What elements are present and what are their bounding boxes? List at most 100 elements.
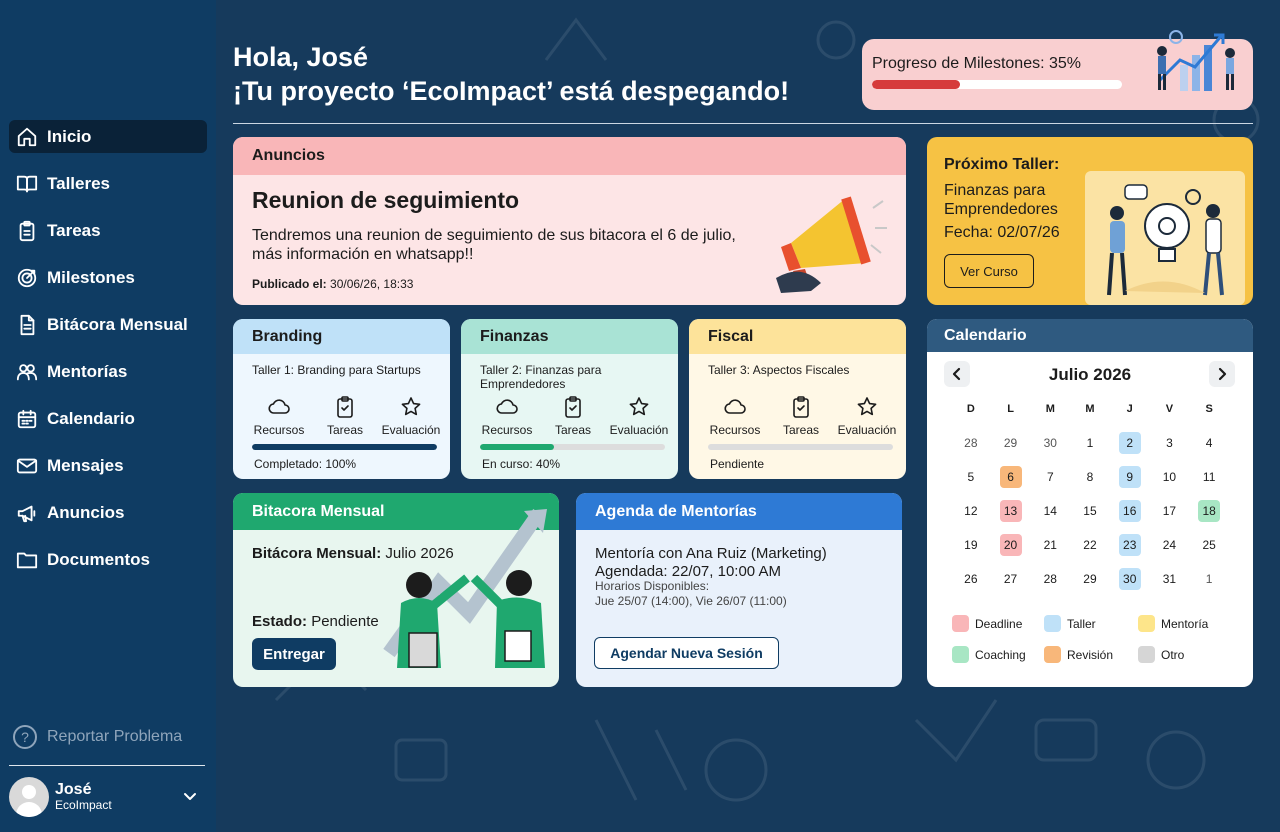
agenda-mentor: Mentoría con Ana Ruiz (Marketing) (595, 545, 827, 562)
megaphone-icon (15, 501, 39, 525)
calendar-day[interactable]: 31 (1150, 569, 1190, 589)
report-problem-link[interactable]: ? Reportar Problema (13, 725, 182, 749)
calendar-day[interactable]: 4 (1189, 433, 1229, 453)
calendar-day[interactable]: 14 (1030, 501, 1070, 521)
calendar-day[interactable]: 19 (951, 535, 991, 555)
calendar-day[interactable]: 5 (951, 467, 991, 487)
sidebar-item-label: Talleres (47, 173, 111, 193)
calendar-day[interactable]: 7 (1030, 467, 1070, 487)
schedule-session-button[interactable]: Agendar Nueva Sesión (594, 637, 779, 669)
sidebar-item-calendario[interactable]: Calendario (9, 402, 207, 435)
calendar-day[interactable]: 18 (1189, 500, 1229, 522)
calendar-day-number: 28 (1043, 572, 1057, 586)
calendar-day[interactable]: 22 (1070, 535, 1110, 555)
workshop-actions: Recursos Tareas Evaluación (703, 395, 899, 437)
sidebar-item-anuncios[interactable]: Anuncios (9, 496, 207, 529)
calendar-day[interactable]: 24 (1150, 535, 1190, 555)
workshop-subtitle: Taller 1: Branding para Startups (252, 363, 421, 377)
calendar-day[interactable]: 10 (1150, 467, 1190, 487)
legend-label: Taller (1067, 616, 1096, 631)
sidebar-item-milestones[interactable]: Milestones (9, 261, 207, 294)
calendar-day[interactable]: 21 (1030, 535, 1070, 555)
calendar-day[interactable]: 17 (1150, 501, 1190, 521)
workshop-resources-button[interactable]: Recursos (703, 395, 767, 437)
legend-swatch (952, 615, 969, 632)
workshop-progress-fill (252, 444, 437, 450)
clipboard-check-icon (561, 395, 585, 423)
sidebar-item-label: Bitácora Mensual (47, 314, 188, 334)
calendar-legend: Deadline Taller Mentoría Coaching Revisión Ot… (952, 615, 1242, 663)
legend-item: Coaching (952, 646, 1044, 663)
workshop-card[interactable]: Finanzas Taller 2: Finanzas para Emprende… (461, 319, 678, 479)
book-icon (15, 172, 39, 196)
calendar-day[interactable]: 29 (1070, 569, 1110, 589)
workshop-card[interactable]: Fiscal Taller 3: Aspectos Fiscales Recurso… (689, 319, 906, 479)
next-workshop-heading: Próximo Taller: (944, 156, 1060, 173)
next-month-button[interactable] (1209, 361, 1235, 387)
calendar-day[interactable]: 23 (1110, 534, 1150, 556)
sidebar-item-talleres[interactable]: Talleres (9, 167, 207, 200)
sidebar-item-mensajes[interactable]: Mensajes (9, 449, 207, 482)
workshop-tasks-button[interactable]: Tareas (769, 395, 833, 437)
next-workshop-name: Finanzas para Emprendedores (944, 182, 1058, 218)
calendar-day[interactable]: 2 (1110, 432, 1150, 454)
submit-button[interactable]: Entregar (252, 638, 336, 670)
view-course-button[interactable]: Ver Curso (944, 254, 1034, 288)
calendar-day[interactable]: 20 (991, 534, 1031, 556)
calendar-day[interactable]: 6 (991, 466, 1031, 488)
cloud-icon (267, 395, 291, 423)
workshop-card[interactable]: Branding Taller 1: Branding para Startups… (233, 319, 450, 479)
calendar-day[interactable]: 1 (1070, 433, 1110, 453)
calendar-day[interactable]: 13 (991, 500, 1031, 522)
help-icon: ? (13, 725, 37, 749)
legend-swatch (1044, 646, 1061, 663)
workshop-evaluation-button[interactable]: Evaluación (607, 395, 671, 437)
user-menu[interactable]: José EcoImpact (9, 777, 205, 817)
calendar-day-number: 10 (1162, 470, 1177, 484)
sidebar-item-inicio[interactable]: Inicio (9, 120, 207, 153)
calendar-day-number: 25 (1202, 538, 1216, 552)
workshop-subtitle: Taller 2: Finanzas para Emprendedores (480, 363, 602, 391)
sidebar-item-mentorias[interactable]: Mentorías (9, 355, 207, 388)
calendar-day[interactable]: 30 (1110, 568, 1150, 590)
sidebar-item-documentos[interactable]: Documentos (9, 543, 207, 576)
weekday-label: J (1126, 403, 1133, 415)
calendar-day[interactable]: 9 (1110, 466, 1150, 488)
calendar-day[interactable]: 30 (1030, 433, 1070, 453)
calendar-day-number: 6 (999, 466, 1022, 488)
star-icon (399, 395, 423, 423)
calendar-day[interactable]: 1 (1189, 569, 1229, 589)
calendar-day[interactable]: 27 (991, 569, 1031, 589)
legend-swatch (1044, 615, 1061, 632)
calendar-day[interactable]: 8 (1070, 467, 1110, 487)
calendar-day[interactable]: 26 (951, 569, 991, 589)
sidebar-item-bitacora[interactable]: Bitácora Mensual (9, 308, 207, 341)
calendar-day[interactable]: 25 (1189, 535, 1229, 555)
chevron-down-icon[interactable] (183, 789, 197, 803)
workshop-resources-button[interactable]: Recursos (475, 395, 539, 437)
calendar-grid: D L M M J V S 28 29 30 1 2 3 4 5 6 7 8 9 10 11 12 13 14 15 16 17 18… (951, 399, 1229, 590)
calendar-icon (15, 407, 39, 431)
calendar-day[interactable]: 3 (1150, 433, 1190, 453)
workshop-evaluation-button[interactable]: Evaluación (379, 395, 443, 437)
sidebar-item-tareas[interactable]: Tareas (9, 214, 207, 247)
sidebar: Inicio Talleres Tareas Milestones Bitáco… (0, 0, 216, 832)
cloud-icon (723, 395, 747, 423)
calendar-day[interactable]: 15 (1070, 501, 1110, 521)
sidebar-item-label: Calendario (47, 408, 135, 428)
calendar-day[interactable]: 28 (951, 433, 991, 453)
workshop-evaluation-button[interactable]: Evaluación (835, 395, 899, 437)
calendar-day[interactable]: 16 (1110, 500, 1150, 522)
calendar-day[interactable]: 28 (1030, 569, 1070, 589)
announcements-card: Anuncios Reunion de seguimiento Tendremo… (233, 137, 906, 305)
calendar-day[interactable]: 29 (991, 433, 1031, 453)
workshop-tasks-button[interactable]: Tareas (313, 395, 377, 437)
legend-label: Mentoría (1161, 616, 1209, 631)
legend-label: Coaching (975, 647, 1026, 662)
workshop-subtitle: Taller 3: Aspectos Fiscales (708, 363, 850, 377)
calendar-day[interactable]: 11 (1189, 467, 1229, 487)
workshop-tasks-button[interactable]: Tareas (541, 395, 605, 437)
workshop-resources-button[interactable]: Recursos (247, 395, 311, 437)
workshop-action-label: Evaluación (381, 423, 441, 437)
calendar-day[interactable]: 12 (951, 501, 991, 521)
